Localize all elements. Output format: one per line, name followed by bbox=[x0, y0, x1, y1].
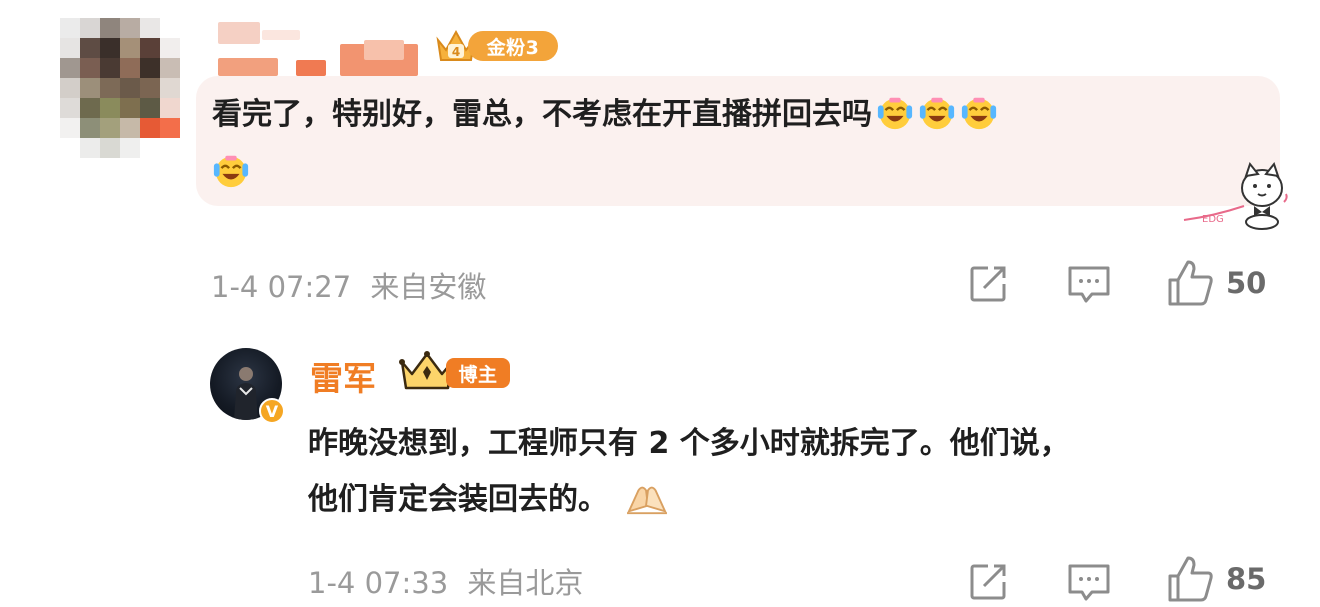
laugh-cry-emoji-icon bbox=[213, 155, 249, 188]
like-icon bbox=[1168, 556, 1213, 602]
comment-share-button[interactable] bbox=[966, 262, 1010, 306]
praying-hands-emoji-icon bbox=[627, 486, 667, 515]
blogger-badge-label: 博主 bbox=[446, 358, 510, 388]
share-icon bbox=[970, 266, 1006, 302]
verified-badge-icon: V bbox=[259, 398, 285, 424]
reply-meta: 1-4 07:33 来自北京 bbox=[308, 560, 583, 602]
like-icon bbox=[1168, 260, 1213, 306]
share-icon bbox=[970, 564, 1006, 600]
laugh-cry-emoji-icon bbox=[961, 97, 997, 130]
commenter-avatar-pixelated[interactable] bbox=[60, 18, 180, 158]
laugh-cry-emoji-icon bbox=[877, 97, 913, 130]
svg-text:EDG: EDG bbox=[1202, 214, 1224, 225]
reply-like-button[interactable]: 85 bbox=[1166, 554, 1266, 604]
reply-text: 昨晚没想到，工程师只有 2 个多小时就拆完了。他们说， 他们肯定会装回去的。 bbox=[308, 416, 1070, 528]
comment-icon bbox=[1068, 266, 1110, 303]
reply-location: 来自北京 bbox=[467, 566, 584, 600]
laugh-cry-emoji-icon bbox=[919, 97, 955, 130]
comment-timestamp: 1-4 07:27 bbox=[211, 270, 352, 304]
blogger-badge: 博主 bbox=[398, 350, 512, 394]
reply-author-name[interactable]: 雷军 bbox=[310, 352, 376, 400]
comment-like-count: 50 bbox=[1226, 266, 1267, 300]
comment-text: 看完了，特别好，雷总，不考虑在开直播拼回去吗 bbox=[212, 86, 998, 202]
fan-badge-label: 金粉3 bbox=[468, 31, 558, 61]
bubble-decoration-dog-icon: EDG bbox=[1183, 161, 1288, 230]
reply-text-line2: 他们肯定会装回去的。 bbox=[308, 482, 608, 517]
comment-icon bbox=[1068, 564, 1110, 601]
reply-timestamp: 1-4 07:33 bbox=[308, 566, 449, 600]
comment-location: 来自安徽 bbox=[370, 270, 487, 304]
comment-reply-button[interactable] bbox=[1066, 262, 1112, 306]
fan-level-badge: 4 金粉3 bbox=[434, 28, 558, 64]
reply-comment-button[interactable] bbox=[1066, 560, 1112, 604]
reply-share-button[interactable] bbox=[966, 560, 1010, 604]
reply-like-count: 85 bbox=[1226, 562, 1267, 596]
comment-like-button[interactable]: 50 bbox=[1166, 258, 1266, 308]
reply-text-line1: 昨晚没想到，工程师只有 2 个多小时就拆完了。他们说， bbox=[308, 426, 1070, 461]
svg-text:4: 4 bbox=[452, 45, 460, 59]
comment-meta: 1-4 07:27 来自安徽 bbox=[211, 264, 486, 306]
comment-text-line1: 看完了，特别好，雷总，不考虑在开直播拼回去吗 bbox=[212, 97, 872, 132]
